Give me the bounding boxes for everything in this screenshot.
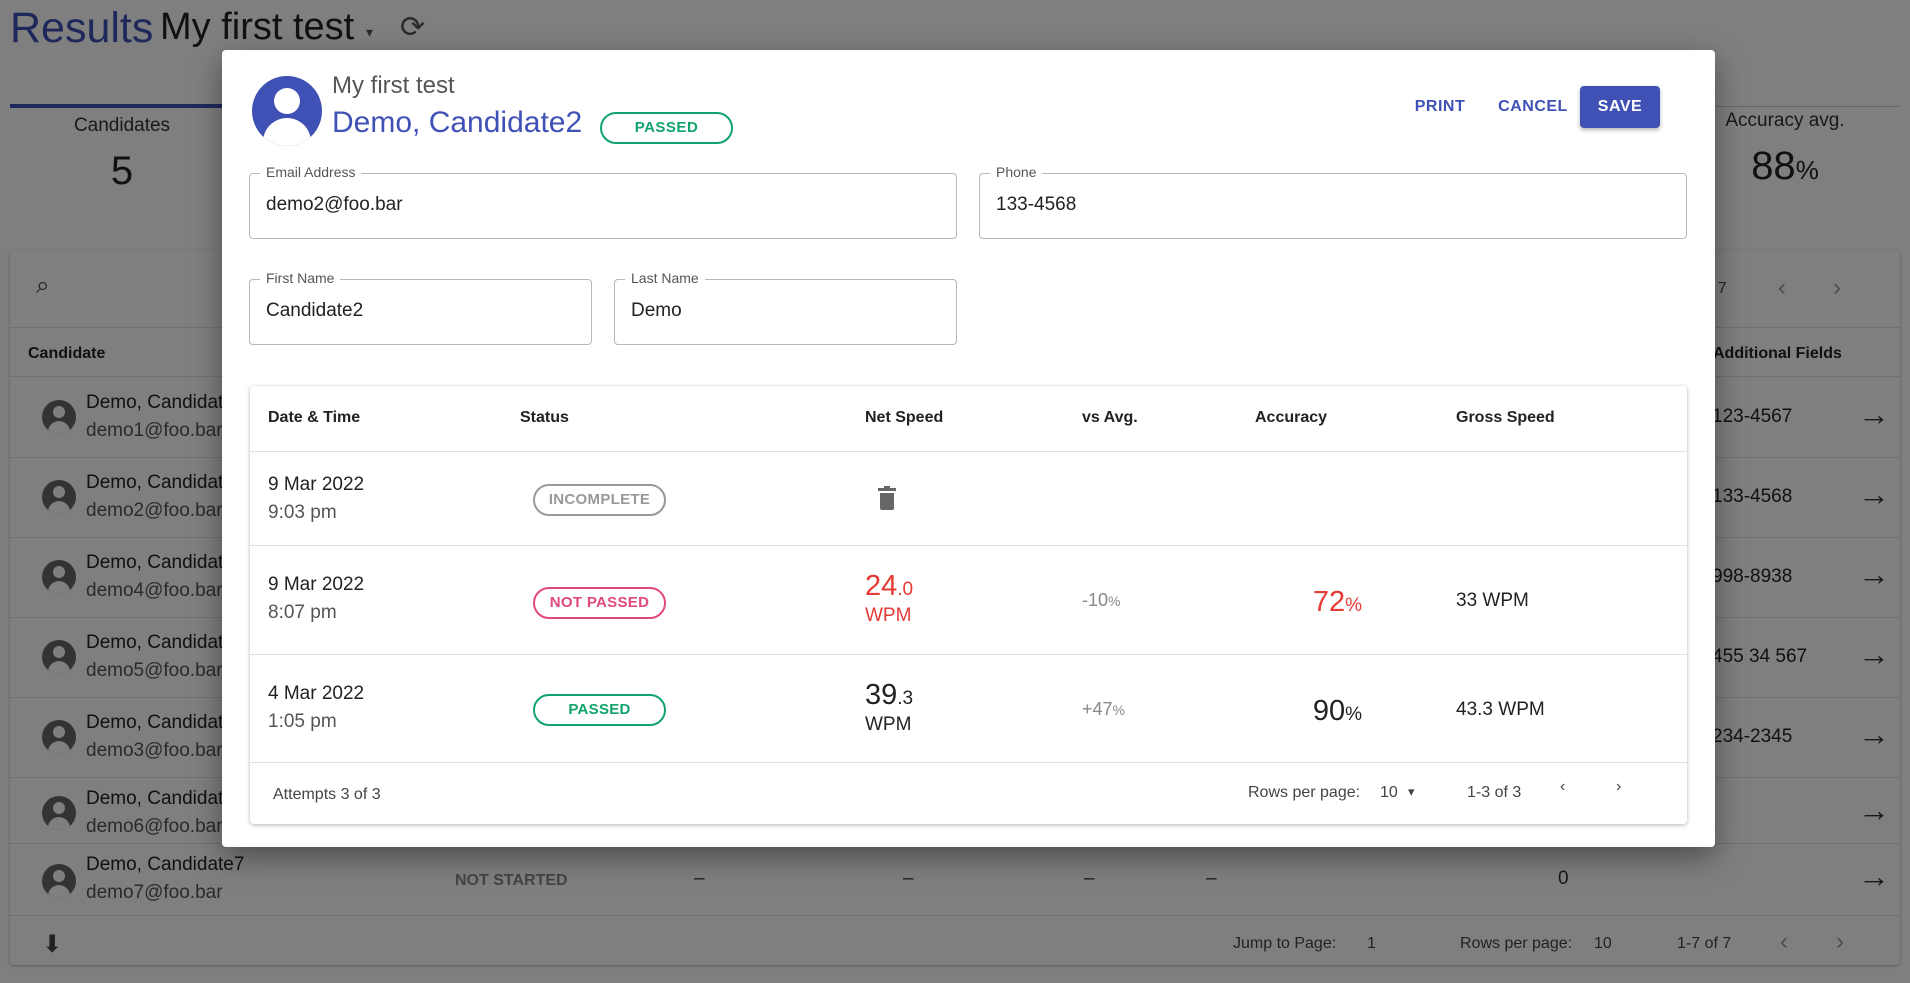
attempts-footer: Attempts 3 of 3 Rows per page: 10 ▾ 1-3 … <box>250 762 1687 824</box>
attempt-date: 9 Mar 2022 <box>268 574 365 595</box>
next-page-icon[interactable]: › <box>1616 778 1621 796</box>
vs-avg-value: +47% <box>1082 699 1125 719</box>
dialog-candidate-name: Demo, Candidate2 <box>332 106 583 139</box>
rows-per-page-label: Rows per page: <box>1248 784 1361 801</box>
status-badge: PASSED <box>533 694 666 726</box>
vs-avg-value: -10% <box>1082 590 1121 610</box>
phone-label: Phone <box>990 164 1043 180</box>
first-name-field[interactable]: First Name <box>249 270 592 345</box>
first-name-label: First Name <box>260 270 341 286</box>
email-input[interactable] <box>266 194 940 216</box>
status-badge: PASSED <box>600 112 733 144</box>
column-date-time[interactable]: Date & Time <box>268 409 360 427</box>
email-label: Email Address <box>260 164 362 180</box>
first-name-input[interactable] <box>266 300 575 322</box>
attempt-row[interactable]: 9 Mar 2022 8:07 pm NOT PASSED 24.0 WPM -… <box>250 546 1687 655</box>
avatar <box>252 76 322 146</box>
column-status[interactable]: Status <box>520 409 569 427</box>
attempt-row[interactable]: 9 Mar 2022 9:03 pm INCOMPLETE <box>250 452 1687 546</box>
accuracy-value: 72% <box>1312 586 1362 618</box>
rows-per-page-select[interactable]: 10 <box>1380 784 1398 802</box>
attempts-header: Date & Time Status Net Speed vs Avg. Acc… <box>250 386 1687 452</box>
attempt-date: 9 Mar 2022 <box>268 474 365 495</box>
save-button[interactable]: SAVE <box>1580 86 1660 128</box>
attempts-count: Attempts 3 of 3 <box>273 786 381 803</box>
cancel-button[interactable]: CANCEL <box>1488 86 1578 128</box>
net-speed-value: 39.3 WPM <box>865 679 914 735</box>
column-gross-speed[interactable]: Gross Speed <box>1456 409 1555 427</box>
accuracy-value: 90% <box>1312 695 1362 727</box>
last-name-field[interactable]: Last Name <box>614 270 957 345</box>
gross-speed-value: 43.3 WPM <box>1456 699 1545 720</box>
prev-page-icon[interactable]: ‹ <box>1560 778 1565 796</box>
phone-input[interactable] <box>996 194 1670 216</box>
column-vs-avg[interactable]: vs Avg. <box>1082 409 1138 427</box>
pager-range: 1-3 of 3 <box>1467 784 1522 801</box>
attempt-row[interactable]: 4 Mar 2022 1:05 pm PASSED 39.3 WPM +47% … <box>250 655 1687 763</box>
status-badge: NOT PASSED <box>533 587 666 619</box>
attempt-time: 8:07 pm <box>268 602 337 623</box>
attempts-table: Date & Time Status Net Speed vs Avg. Acc… <box>250 386 1687 824</box>
net-speed-value: 24.0 WPM <box>865 570 914 626</box>
phone-field[interactable]: Phone <box>979 164 1687 239</box>
candidate-dialog: My first test Demo, Candidate2 PASSED PR… <box>222 50 1715 847</box>
email-field[interactable]: Email Address <box>249 164 957 239</box>
column-accuracy[interactable]: Accuracy <box>1255 409 1327 427</box>
attempt-date: 4 Mar 2022 <box>268 683 365 704</box>
dialog-test-name: My first test <box>332 72 455 99</box>
last-name-label: Last Name <box>625 270 705 286</box>
last-name-input[interactable] <box>631 300 940 322</box>
attempt-time: 1:05 pm <box>268 711 337 732</box>
print-button[interactable]: PRINT <box>1400 86 1480 128</box>
attempt-time: 9:03 pm <box>268 502 337 523</box>
status-badge: INCOMPLETE <box>533 484 666 516</box>
gross-speed-value: 33 WPM <box>1456 590 1529 611</box>
trash-icon[interactable] <box>878 486 896 510</box>
chevron-down-icon[interactable]: ▾ <box>1408 784 1415 800</box>
column-net-speed[interactable]: Net Speed <box>865 409 943 427</box>
